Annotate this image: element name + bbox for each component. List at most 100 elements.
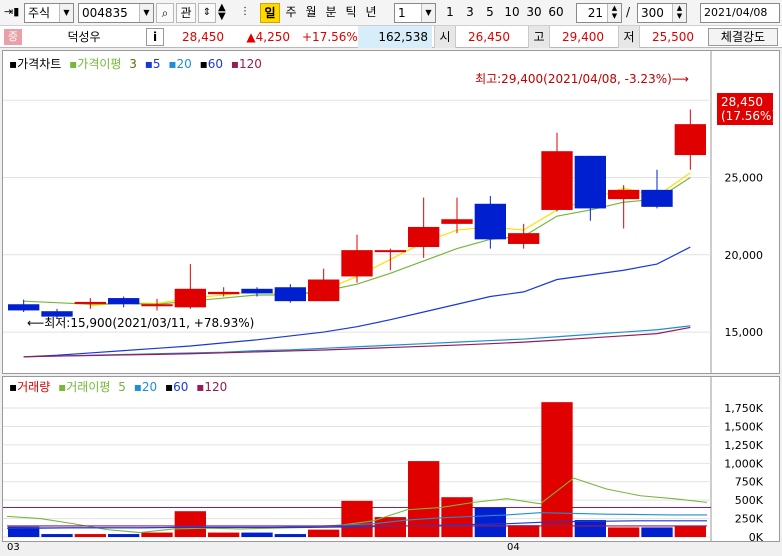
stock-code-input[interactable]: 004835 ▼	[78, 3, 154, 23]
candle-up	[541, 151, 573, 210]
candle-up	[374, 250, 406, 253]
volume-chart[interactable]: 1,750K 1,500K 1,250K 1,000K 750K 500K 250K 0K ▪…	[3, 377, 779, 544]
candle-down	[474, 203, 506, 240]
x-axis-label-march: 03	[7, 542, 20, 553]
volume-bar-down	[641, 527, 673, 537]
high-annotation: 최고:29,400(2021/04/08, -3.23%)⟶	[475, 72, 689, 86]
chevron-down-icon[interactable]: ▼	[421, 4, 435, 22]
info-button[interactable]: i	[146, 28, 164, 46]
x-axis: 03 04	[0, 542, 782, 556]
price-change: ▲4,250	[246, 30, 290, 44]
volume-bar-up	[508, 525, 540, 537]
price-gridlines	[3, 99, 711, 333]
candle-down	[8, 304, 40, 311]
high-price: 29,400	[562, 30, 604, 44]
volume-bar-up	[608, 527, 640, 537]
volume-bar-down	[241, 532, 273, 537]
price-candles	[8, 109, 706, 319]
candle-up	[141, 304, 173, 307]
interval-value: 1	[398, 6, 406, 20]
period-tab-day[interactable]: 일	[260, 3, 280, 23]
candle-up	[608, 189, 640, 200]
interest-button[interactable]: 관	[176, 3, 196, 23]
interval-button-30[interactable]: 30	[524, 3, 544, 23]
candle-down	[274, 287, 306, 302]
search-icon[interactable]: ⌕	[156, 3, 174, 23]
price-legend-ma-title: 가격이평	[77, 57, 121, 71]
interval-button-1[interactable]: 1	[442, 3, 458, 23]
volume-y-tick: 1,000K	[724, 457, 763, 470]
date-picker[interactable]: 2021/04/08	[700, 3, 780, 23]
market-select[interactable]: 주식 ▼	[24, 3, 74, 23]
volume-bar-up	[674, 525, 706, 537]
price-ma60-line	[23, 325, 691, 358]
price-chart[interactable]: 30,00025,00020,00015,000 ▪가격차트 ▪가격이평 3 ▪…	[3, 51, 779, 373]
candle-up	[174, 288, 206, 308]
volume-y-tick: 1,750K	[724, 402, 763, 415]
open-price: 26,450	[468, 30, 510, 44]
quote-bar: 증 덕성우 i 28,450 ▲4,250 +17.56% 162,538 시 …	[0, 26, 782, 48]
candle-down	[241, 288, 273, 294]
interval-button-5[interactable]: 5	[482, 3, 498, 23]
volume-legend-ma60: 60	[173, 380, 188, 394]
volume-legend-ma20: 20	[142, 380, 157, 394]
chart-toolbar: ⇥▮ 주식 ▼ 004835 ▼ ⌕ 관 ⇕ ▲ ▼ ⋮ 일 주 월 분 틱 년 …	[0, 0, 782, 26]
x-axis-label-april: 04	[507, 542, 520, 553]
candle-up	[508, 233, 540, 244]
candle-down	[574, 155, 606, 209]
candle-up	[308, 279, 340, 302]
interval-select[interactable]: 1 ▼	[394, 3, 436, 23]
volume-bar-up	[141, 532, 173, 537]
volume-value: 162,538	[358, 26, 432, 48]
volume-legend-title: 거래량	[17, 380, 50, 394]
price-legend: ▪가격차트 ▪가격이평 3 ▪5 ▪20 ▪60 ▪120	[9, 57, 262, 71]
price-y-tick: 15,000	[725, 326, 764, 339]
menu-dots-icon[interactable]: ⋮	[240, 3, 252, 23]
period-tab-minute[interactable]: 분	[322, 3, 340, 23]
volume-bar-down	[474, 507, 506, 537]
stepper-icon[interactable]: ▲ ▼	[218, 3, 236, 23]
high-label: 고	[528, 26, 550, 48]
interval-button-60[interactable]: 60	[546, 3, 566, 23]
chevron-down-icon[interactable]: ▼	[59, 4, 73, 22]
candle-up	[208, 291, 240, 295]
price-legend-ma5: 5	[153, 57, 161, 71]
window-icon[interactable]: ⇥▮	[4, 3, 22, 23]
chevron-down-icon[interactable]: ▼	[139, 4, 153, 22]
period-tab-month[interactable]: 월	[302, 3, 320, 23]
strength-button[interactable]: 체결강도	[708, 28, 778, 46]
period-tab-tick[interactable]: 틱	[342, 3, 360, 23]
period-tab-week[interactable]: 주	[282, 3, 300, 23]
candle-up	[408, 226, 440, 248]
volume-bar-up	[308, 529, 340, 537]
period-tab-year[interactable]: 년	[362, 3, 380, 23]
price-change-pct: +17.56%	[302, 30, 358, 44]
volume-y-tick: 500K	[735, 494, 764, 507]
volume-bar-up	[208, 532, 240, 537]
count-value: 21	[587, 6, 603, 20]
volume-bar-down	[274, 534, 306, 537]
interval-button-10[interactable]: 10	[502, 3, 522, 23]
volume-y-tick: 1,500K	[724, 420, 763, 433]
spin-icon[interactable]: ▲ ▼	[607, 4, 621, 22]
interval-button-3[interactable]: 3	[462, 3, 478, 23]
volume-bar-up	[174, 511, 206, 537]
total-count-value: 300	[641, 6, 664, 20]
count-stepper[interactable]: 21 ▲ ▼	[576, 3, 622, 23]
candle-down	[641, 189, 673, 207]
open-label: 시	[434, 26, 456, 48]
volume-y-tick: 250K	[735, 513, 764, 526]
volume-y-tick: 0K	[749, 531, 764, 541]
scroll-icon[interactable]: ⇕	[198, 3, 216, 23]
volume-bar-down	[41, 534, 73, 537]
volume-legend-ma-title: 거래이평	[66, 380, 110, 394]
spin-icon[interactable]: ▲ ▼	[672, 4, 686, 22]
stock-name: 덕성우	[67, 30, 101, 44]
current-price: 28,450	[182, 30, 224, 44]
volume-chart-panel: 1,750K 1,500K 1,250K 1,000K 750K 500K 250K 0K ▪…	[2, 376, 780, 544]
total-count-input[interactable]: 300 ▲ ▼	[637, 3, 687, 23]
price-y-axis: 30,00025,00020,00015,000	[725, 94, 764, 339]
price-y-tick: 20,000	[725, 249, 764, 262]
low-annotation: ⟵최저:15,900(2021/03/11, +78.93%)	[27, 316, 254, 330]
volume-y-axis: 1,750K 1,500K 1,250K 1,000K 750K 500K 250K 0K	[724, 402, 764, 544]
